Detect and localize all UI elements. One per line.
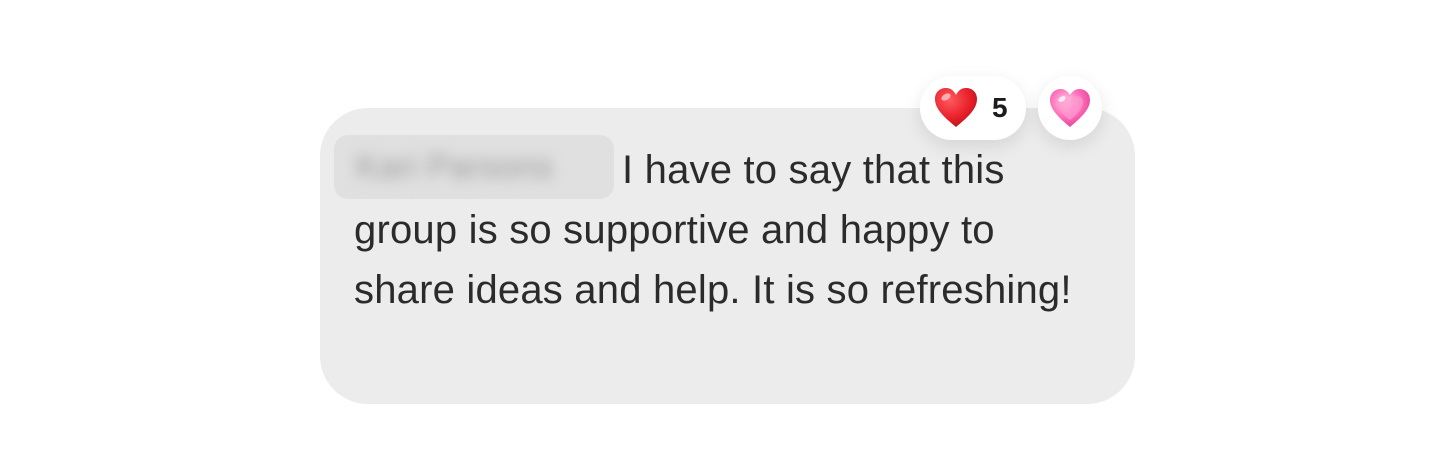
author-name-redacted[interactable]: Kari Parsons (334, 135, 614, 199)
comment-canvas: Kari Parsons I have to say that this gro… (0, 0, 1456, 460)
author-name: Kari Parsons (356, 148, 554, 186)
heart-reaction-count: 5 (992, 92, 1008, 123)
sparkling-heart-icon (1050, 89, 1090, 127)
comment-message: Kari Parsons I have to say that this gro… (334, 135, 1074, 320)
sparkling-heart-reaction-button[interactable] (1038, 76, 1102, 140)
red-heart-icon (935, 88, 977, 127)
heart-reaction-button[interactable]: 5 (920, 76, 1026, 140)
